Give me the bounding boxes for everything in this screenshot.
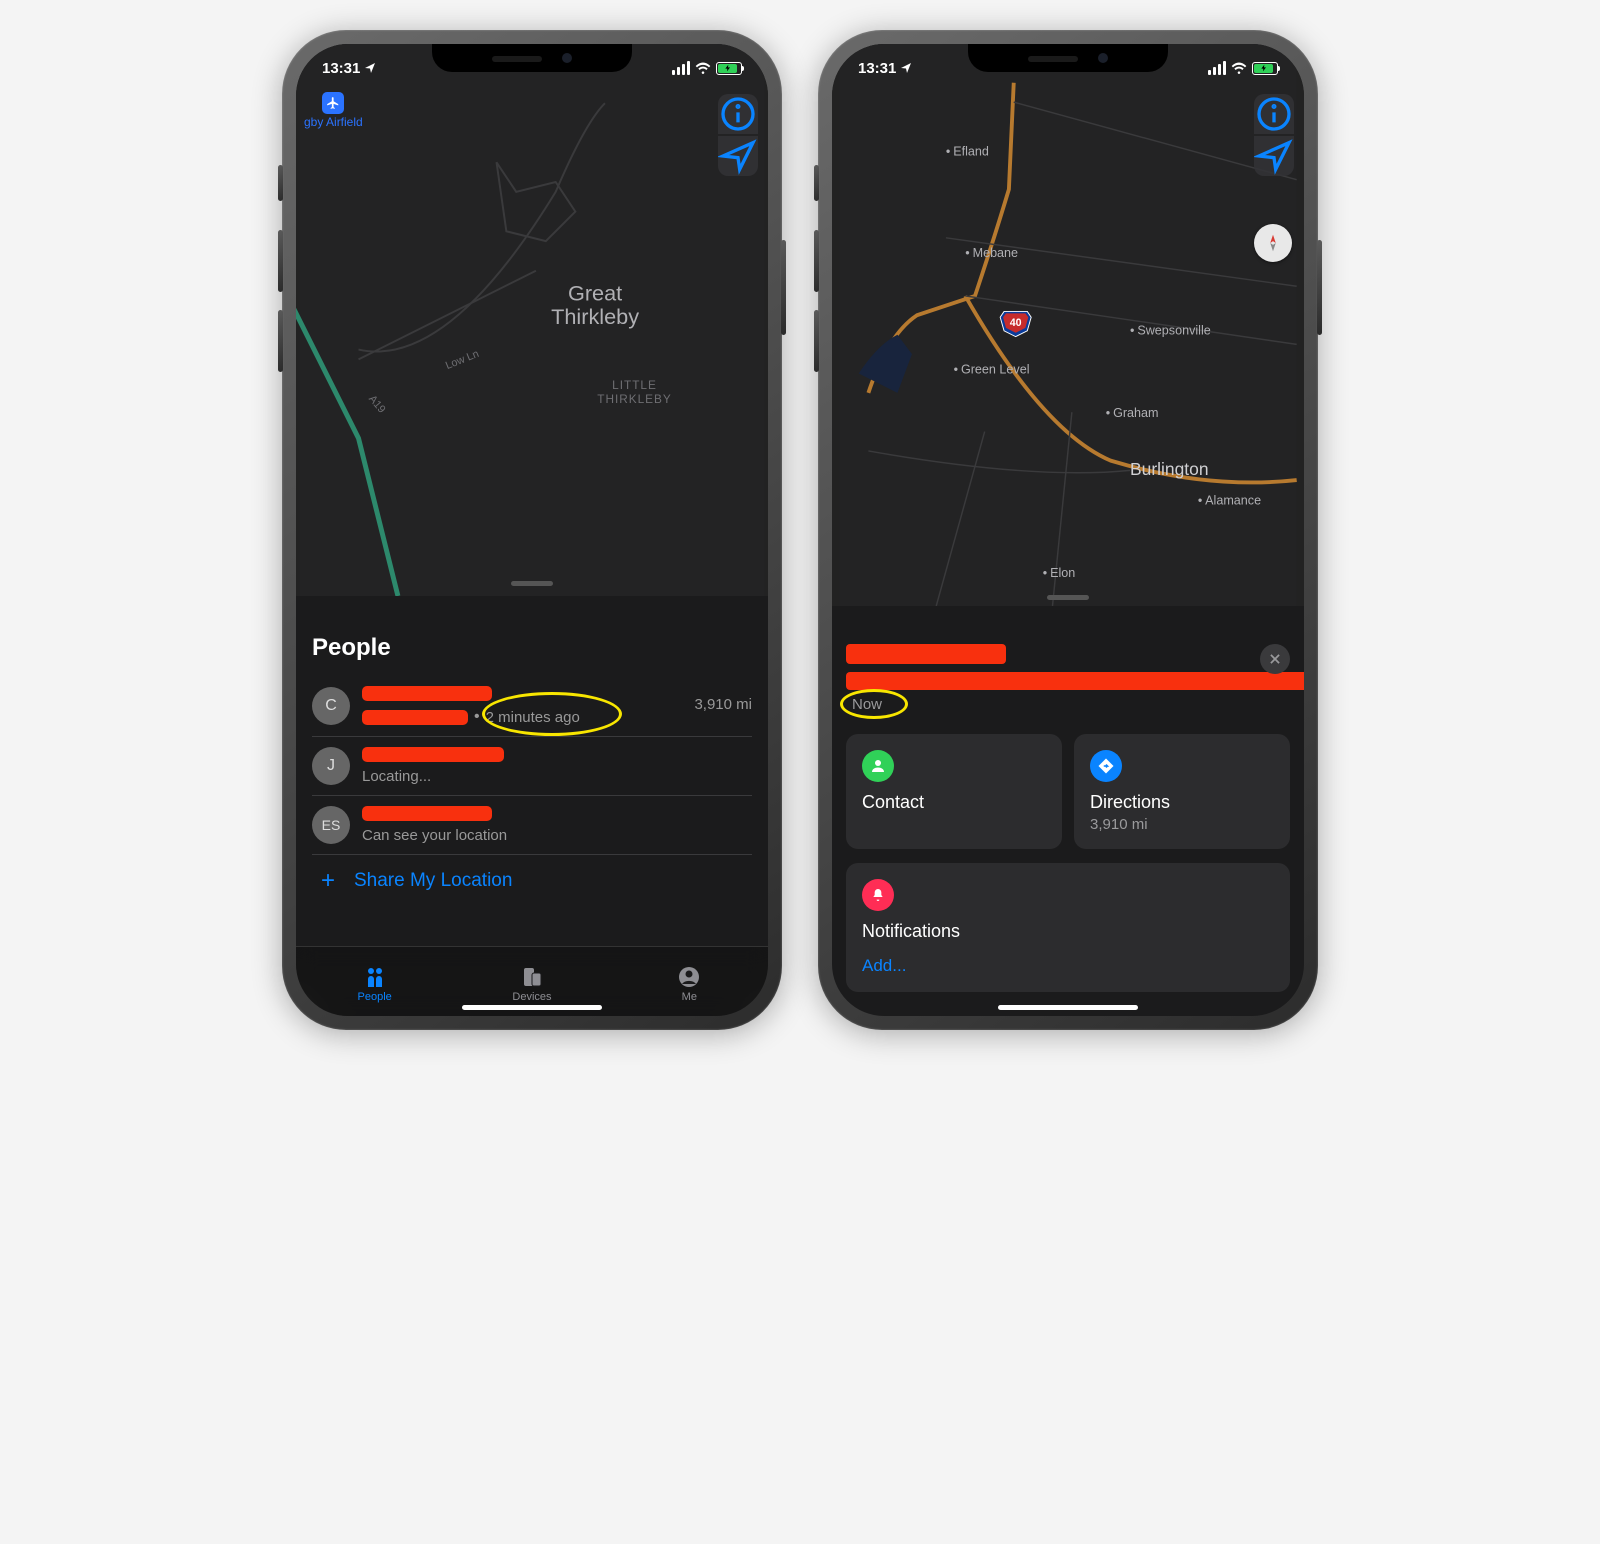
svg-text:Burlington: Burlington — [1130, 459, 1209, 479]
person-row[interactable]: ES Can see your location — [312, 796, 752, 855]
battery-icon — [1252, 62, 1278, 75]
airplane-icon — [322, 92, 344, 114]
map-info-button[interactable] — [718, 94, 758, 134]
close-button[interactable] — [1260, 644, 1290, 674]
avatar: C — [312, 687, 350, 725]
signal-icon — [672, 61, 690, 75]
airfield-label: gby Airfield — [304, 115, 363, 129]
signal-icon — [1208, 61, 1226, 75]
sheet-title: People — [312, 624, 752, 676]
timestamp-now: Now — [846, 690, 882, 713]
map-right[interactable]: •Efland •Mebane •Swepsonville •Green Lev… — [832, 44, 1304, 606]
home-indicator[interactable] — [998, 1005, 1138, 1010]
status-time: 13:31 — [858, 60, 896, 77]
notch — [432, 44, 632, 72]
map-info-button[interactable] — [1254, 94, 1294, 134]
contact-icon — [862, 750, 894, 782]
directions-icon — [1090, 750, 1122, 782]
redacted-name — [362, 686, 492, 701]
svg-text:•Swepsonville: •Swepsonville — [1130, 324, 1211, 338]
person-status: Locating... — [362, 768, 752, 785]
redacted-name — [846, 644, 1006, 664]
person-time: 2 minutes ago — [486, 709, 580, 726]
svg-text:•Mebane: •Mebane — [965, 246, 1018, 260]
home-indicator[interactable] — [462, 1005, 602, 1010]
phone-left: 13:31 A19 Low Ln GreatThirkleby LITTLETH… — [282, 30, 782, 1030]
svg-text:40: 40 — [1010, 317, 1022, 329]
wifi-icon — [1231, 62, 1247, 74]
directions-title: Directions — [1090, 792, 1274, 813]
avatar: J — [312, 747, 350, 785]
redacted-name — [362, 806, 492, 821]
battery-icon — [716, 62, 742, 75]
person-status: Can see your location — [362, 827, 752, 844]
notifications-title: Notifications — [862, 921, 1274, 942]
location-arrow-icon — [900, 62, 912, 74]
redacted-address — [846, 672, 1304, 690]
location-arrow-icon — [364, 62, 376, 74]
tab-me[interactable]: Me — [611, 947, 768, 1016]
status-time: 13:31 — [322, 60, 360, 77]
bell-icon — [862, 879, 894, 911]
sheet-handle[interactable] — [511, 581, 553, 586]
devices-icon — [518, 965, 546, 989]
directions-distance: 3,910 mi — [1090, 816, 1274, 833]
people-sheet: People C • 2 minutes ago 3,910 mi J — [296, 624, 768, 956]
map-locate-button[interactable] — [1254, 136, 1294, 176]
person-row[interactable]: J Locating... — [312, 737, 752, 796]
plus-icon: + — [316, 867, 340, 895]
contact-title: Contact — [862, 792, 1046, 813]
sheet-handle[interactable] — [1047, 595, 1089, 600]
me-icon — [675, 965, 703, 989]
tab-people[interactable]: People — [296, 947, 453, 1016]
wifi-icon — [695, 62, 711, 74]
share-location-button[interactable]: + Share My Location — [312, 855, 752, 901]
compass-button[interactable] — [1254, 224, 1292, 262]
notifications-card: Notifications Add... — [846, 863, 1290, 992]
svg-text:•Green Level: •Green Level — [954, 362, 1030, 376]
airfield-marker[interactable]: gby Airfield — [304, 92, 363, 129]
detail-sheet: Now Contact Directions 3,910 mi Notifica… — [832, 630, 1304, 1016]
person-row[interactable]: C • 2 minutes ago 3,910 mi — [312, 676, 752, 737]
add-notification-button[interactable]: Add... — [862, 942, 1274, 976]
person-distance: 3,910 mi — [694, 696, 752, 713]
people-icon — [361, 965, 389, 989]
redacted-location — [362, 710, 468, 725]
svg-text:•Efland: •Efland — [946, 144, 989, 158]
svg-text:•Alamance: •Alamance — [1198, 493, 1261, 507]
phone-right: 13:31 •Efland •Meban — [818, 30, 1318, 1030]
redacted-name — [362, 747, 504, 762]
svg-text:•Graham: •Graham — [1106, 406, 1159, 420]
share-label: Share My Location — [354, 870, 512, 892]
notch — [968, 44, 1168, 72]
map-locate-button[interactable] — [718, 136, 758, 176]
avatar: ES — [312, 806, 350, 844]
directions-card[interactable]: Directions 3,910 mi — [1074, 734, 1290, 849]
map-left[interactable]: A19 Low Ln GreatThirkleby LITTLETHIRKLEB… — [296, 44, 768, 596]
contact-card[interactable]: Contact — [846, 734, 1062, 849]
